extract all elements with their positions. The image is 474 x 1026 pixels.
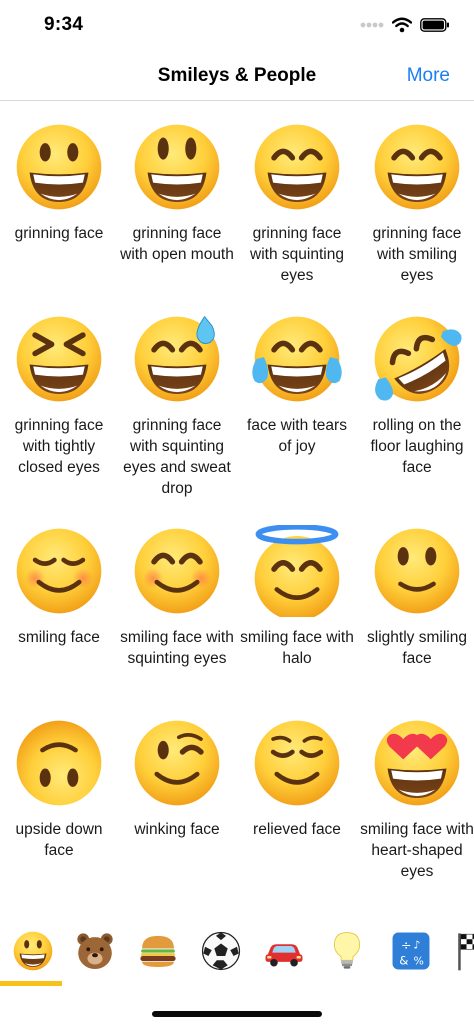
emoji-tile-grin-open[interactable]: grinning face with open mouth xyxy=(118,121,236,265)
emoji-row-peek-icon xyxy=(251,905,343,911)
page-title: Smileys & People xyxy=(157,65,317,86)
status-time: 9:34 xyxy=(44,14,84,35)
battery-icon xyxy=(420,18,449,32)
symbols-icon: ÷ ♪ &% xyxy=(390,930,432,977)
tab-flags[interactable] xyxy=(450,930,474,976)
emoji-label: smiling face xyxy=(18,629,100,646)
emoji-label: grinning face with open mouth xyxy=(120,225,234,263)
emoji-relieved-icon xyxy=(251,717,343,809)
emoji-tile-hearts[interactable]: smiling face with heart-shaped eyes xyxy=(358,717,474,882)
more-button[interactable]: More xyxy=(407,65,450,87)
emoji-sweat-icon xyxy=(131,313,223,405)
tab-animals-nature[interactable] xyxy=(70,930,120,976)
emoji-row-peek-icon xyxy=(131,905,223,911)
tab-food-drink[interactable] xyxy=(133,930,183,976)
emoji-tile-joy[interactable]: face with tears of joy xyxy=(238,313,356,457)
emoji-tile-grin-smile-eyes[interactable]: grinning face with smiling eyes xyxy=(358,121,474,286)
svg-text:&: & xyxy=(399,953,408,967)
emoji-grin-smile-eyes-icon xyxy=(371,121,463,213)
emoji-grin-open-icon xyxy=(131,121,223,213)
category-tab-bar: ÷ ♪ &% xyxy=(0,912,474,990)
emoji-tile-rofl[interactable]: rolling on the floor laughing face xyxy=(358,313,474,478)
emoji-grid: grinning face grinning face with open mou… xyxy=(0,101,474,911)
emoji-label: winking face xyxy=(134,821,220,838)
lightbulb-icon xyxy=(326,930,368,977)
svg-text:%: % xyxy=(414,954,424,967)
emoji-label: relieved face xyxy=(253,821,341,838)
emoji-label: grinning face xyxy=(14,225,104,242)
emoji-tile-slight[interactable]: slightly smiling face xyxy=(358,525,474,669)
navigation-bar: Smileys & People More xyxy=(0,52,474,101)
emoji-grin-icon xyxy=(13,121,105,213)
emoji-joy-icon xyxy=(251,313,343,405)
emoji-hearts-icon xyxy=(371,717,463,809)
emoji-upside-icon xyxy=(13,717,105,809)
emoji-tile-grin[interactable]: grinning face xyxy=(0,121,118,244)
emoji-label: upside down face xyxy=(15,821,103,859)
emoji-label: grinning face with smiling eyes xyxy=(372,225,462,284)
svg-text:♪: ♪ xyxy=(414,938,421,951)
emoji-smiling-icon xyxy=(13,525,105,617)
home-indicator xyxy=(152,1011,322,1017)
svg-text:÷: ÷ xyxy=(401,937,412,952)
emoji-tile-halo[interactable]: smiling face with halo xyxy=(238,524,356,669)
selected-tab-indicator xyxy=(0,981,62,986)
soccer-ball-icon xyxy=(200,930,242,977)
emoji-label: grinning face with squinting eyes and sw… xyxy=(123,417,231,497)
signal-dots-icon xyxy=(360,22,384,28)
smiley-icon xyxy=(12,930,54,977)
emoji-label: smiling face with halo xyxy=(240,629,354,667)
emoji-xd-icon xyxy=(13,313,105,405)
emoji-row-peek-icon xyxy=(13,905,105,911)
emoji-tile-xd[interactable]: grinning face with tightly closed eyes xyxy=(0,313,118,478)
tab-activity[interactable] xyxy=(196,930,246,976)
emoji-label: smiling face with squinting eyes xyxy=(120,629,234,667)
bear-icon xyxy=(74,930,116,977)
emoji-tile-relieved[interactable]: relieved face xyxy=(238,717,356,840)
status-bar: 9:34 xyxy=(0,0,474,50)
tab-travel-places[interactable] xyxy=(259,930,309,976)
flag-icon xyxy=(454,930,474,977)
emoji-grin-squint-icon xyxy=(251,121,343,213)
emoji-label: smiling face with heart-shaped eyes xyxy=(360,821,474,880)
emoji-tile-grin-squint[interactable]: grinning face with squinting eyes xyxy=(238,121,356,286)
emoji-row-peek-icon xyxy=(371,905,463,911)
burger-icon xyxy=(137,930,179,977)
emoji-blush-icon xyxy=(131,525,223,617)
emoji-tile-wink[interactable]: winking face xyxy=(118,717,236,840)
emoji-label: slightly smiling face xyxy=(367,629,467,667)
emoji-label: rolling on the floor laughing face xyxy=(370,417,464,476)
tab-objects[interactable] xyxy=(322,930,372,976)
emoji-tile-upside[interactable]: upside down face xyxy=(0,717,118,861)
emoji-tile-smiling[interactable]: smiling face xyxy=(0,525,118,648)
tab-smileys-people[interactable] xyxy=(8,930,58,976)
emoji-tile-blush[interactable]: smiling face with squinting eyes xyxy=(118,525,236,669)
emoji-halo-icon xyxy=(251,524,343,621)
emoji-wink-icon xyxy=(131,717,223,809)
emoji-rofl-icon xyxy=(371,313,463,405)
tab-symbols[interactable]: ÷ ♪ &% xyxy=(386,930,436,976)
emoji-tile-sweat[interactable]: grinning face with squinting eyes and sw… xyxy=(118,313,236,499)
emoji-label: grinning face with squinting eyes xyxy=(250,225,344,284)
car-icon xyxy=(263,930,305,977)
emoji-slight-icon xyxy=(371,525,463,617)
emoji-label: grinning face with tightly closed eyes xyxy=(14,417,104,476)
status-icons xyxy=(360,14,450,36)
emoji-label: face with tears of joy xyxy=(247,417,347,455)
wifi-icon xyxy=(392,17,412,33)
